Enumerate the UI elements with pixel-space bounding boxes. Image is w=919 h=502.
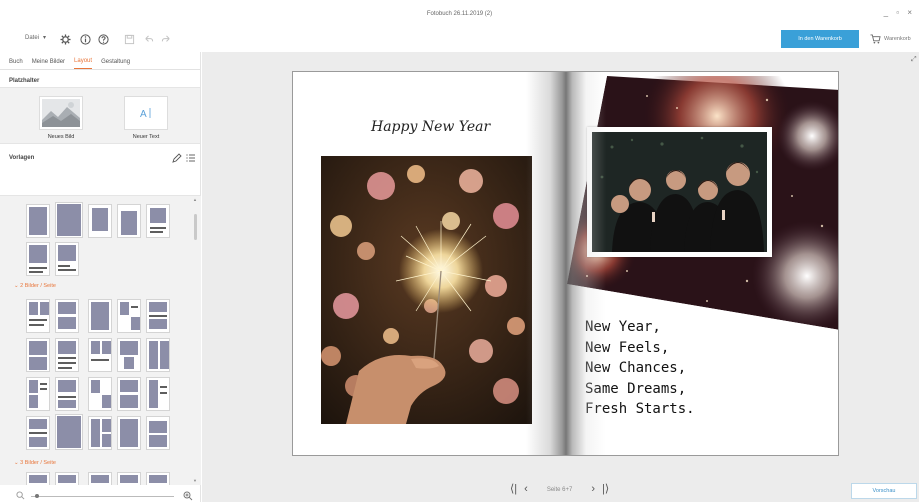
new-image-placeholder[interactable]: Neues Bild — [39, 96, 83, 140]
photobook-spread[interactable]: Happy New Year New Year, New Feels, New … — [292, 71, 839, 456]
info-icon[interactable] — [79, 33, 91, 45]
tab-buch[interactable]: Buch — [9, 59, 23, 69]
templates-header: Vorlagen — [0, 144, 200, 170]
template-thumbnail[interactable] — [55, 414, 83, 450]
templates-scrollbar[interactable] — [194, 214, 197, 240]
text-placeholder-icon: A — [140, 108, 151, 120]
template-thumbnail[interactable] — [55, 202, 83, 238]
previous-page-icon[interactable]: ‹ — [524, 484, 528, 495]
tab-meine-bilder[interactable]: Meine Bilder — [32, 59, 65, 69]
zoom-control — [0, 489, 201, 502]
edit-icon[interactable] — [172, 153, 182, 163]
template-thumbnail[interactable] — [55, 472, 79, 485]
templates-section-title: Vorlagen — [9, 155, 35, 161]
template-thumbnail[interactable] — [146, 204, 170, 238]
template-thumbnail[interactable] — [117, 204, 141, 238]
template-thumbnail[interactable] — [117, 377, 141, 411]
file-menu-label: Datei — [25, 35, 40, 41]
placeholder-row: Neues Bild A Neuer Text — [0, 87, 200, 144]
expand-icon[interactable]: ⤢ — [911, 56, 917, 64]
caret-down-icon: ▾ — [43, 35, 47, 41]
template-thumbnail[interactable] — [55, 377, 79, 411]
first-page-icon[interactable]: ⟨| — [510, 484, 517, 495]
template-thumbnail[interactable] — [26, 472, 50, 485]
cart-link-label: Warenkorb — [884, 36, 911, 42]
cart-link[interactable]: Warenkorb — [870, 34, 911, 44]
scroll-down-arrow[interactable]: ▼ — [193, 478, 197, 483]
template-thumbnail[interactable] — [26, 338, 50, 372]
list-icon[interactable] — [186, 153, 196, 163]
window-controls[interactable]: _ ▫ × — [884, 8, 915, 17]
template-thumbnail[interactable] — [146, 299, 170, 333]
svg-text:A: A — [140, 109, 147, 120]
help-icon[interactable] — [97, 33, 109, 45]
file-menu[interactable]: Datei ▾ — [25, 34, 46, 41]
template-thumbnail[interactable] — [26, 299, 50, 333]
tab-gestaltung[interactable]: Gestaltung — [101, 59, 130, 69]
zoom-out-icon[interactable] — [16, 491, 25, 500]
new-text-placeholder[interactable]: A Neuer Text — [124, 96, 168, 140]
page-indicator: Seite 6+7 — [546, 486, 573, 493]
save-icon[interactable] — [123, 33, 135, 45]
template-thumbnail[interactable] — [146, 377, 170, 411]
new-image-label: Neues Bild — [47, 134, 75, 140]
template-thumbnail[interactable] — [26, 377, 50, 411]
template-thumbnail[interactable] — [26, 416, 50, 450]
left-panel: Buch Meine Bilder Layout Gestaltung Plat… — [0, 52, 201, 502]
next-page-icon[interactable]: › — [591, 484, 595, 495]
scroll-up-arrow[interactable]: ▲ — [193, 197, 197, 202]
window-title: Fotobuch 26.11.2019 (2) — [426, 11, 493, 17]
template-thumbnail[interactable] — [26, 242, 50, 276]
template-group-2-label: 2 Bilder / Seite — [20, 283, 56, 289]
settings-icon[interactable] — [59, 33, 71, 45]
template-group-2[interactable]: ⌄ 2 Bilder / Seite — [14, 283, 56, 289]
template-thumbnail[interactable] — [146, 472, 170, 485]
template-thumbnail[interactable] — [26, 204, 50, 238]
template-thumbnail[interactable] — [146, 338, 170, 372]
title-bar: Fotobuch 26.11.2019 (2) _ ▫ × — [0, 0, 919, 28]
book-gutter-shadow — [526, 72, 606, 455]
template-thumbnail[interactable] — [88, 338, 112, 372]
editor-canvas: Happy New Year New Year, New Feels, New … — [202, 52, 919, 502]
panel-tabs: Buch Meine Bilder Layout Gestaltung — [0, 52, 200, 70]
template-thumbnail[interactable] — [117, 299, 141, 333]
template-thumbnail[interactable] — [146, 416, 170, 450]
template-thumbnail[interactable] — [88, 204, 112, 238]
templates-list: ⌄ 2 Bilder / Seite ⌄ 3 Bilder / Seite ▲ … — [0, 195, 201, 485]
page-navigation: ⟨| ‹ Seite 6+7 › |⟩ — [510, 484, 609, 495]
toolbar: Datei ▾ In den Warenkorb Warenkorb — [0, 28, 919, 52]
template-thumbnail[interactable] — [117, 338, 141, 372]
template-group-3[interactable]: ⌄ 3 Bilder / Seite — [14, 460, 56, 466]
redo-icon[interactable] — [160, 33, 172, 45]
zoom-in-icon[interactable] — [183, 491, 193, 501]
tab-layout[interactable]: Layout — [74, 58, 93, 69]
zoom-slider-track[interactable] — [31, 496, 174, 497]
zoom-slider-handle[interactable] — [35, 494, 39, 498]
template-thumbnail[interactable] — [88, 472, 112, 485]
template-tools — [172, 153, 196, 163]
friends-photo[interactable] — [587, 127, 772, 257]
template-thumbnail[interactable] — [117, 472, 141, 485]
left-page-heading[interactable]: Happy New Year — [371, 119, 490, 135]
placeholder-section-title: Platzhalter — [9, 78, 40, 84]
last-page-icon[interactable]: |⟩ — [602, 484, 609, 495]
new-text-label: Neuer Text — [132, 134, 160, 140]
template-thumbnail[interactable] — [88, 299, 112, 333]
template-thumbnail[interactable] — [55, 242, 79, 276]
template-thumbnail[interactable] — [55, 338, 79, 372]
undo-icon[interactable] — [142, 33, 154, 45]
template-group-3-label: 3 Bilder / Seite — [20, 460, 56, 466]
add-to-cart-button[interactable]: In den Warenkorb — [781, 30, 859, 48]
template-thumbnail[interactable] — [88, 416, 112, 450]
template-thumbnail[interactable] — [55, 299, 79, 333]
image-placeholder-icon — [42, 99, 80, 127]
preview-button[interactable]: Vorschau — [851, 483, 917, 499]
template-thumbnail[interactable] — [117, 416, 141, 450]
cart-icon — [870, 34, 881, 44]
template-thumbnail[interactable] — [88, 377, 112, 411]
sparkler-photo[interactable] — [321, 156, 532, 424]
